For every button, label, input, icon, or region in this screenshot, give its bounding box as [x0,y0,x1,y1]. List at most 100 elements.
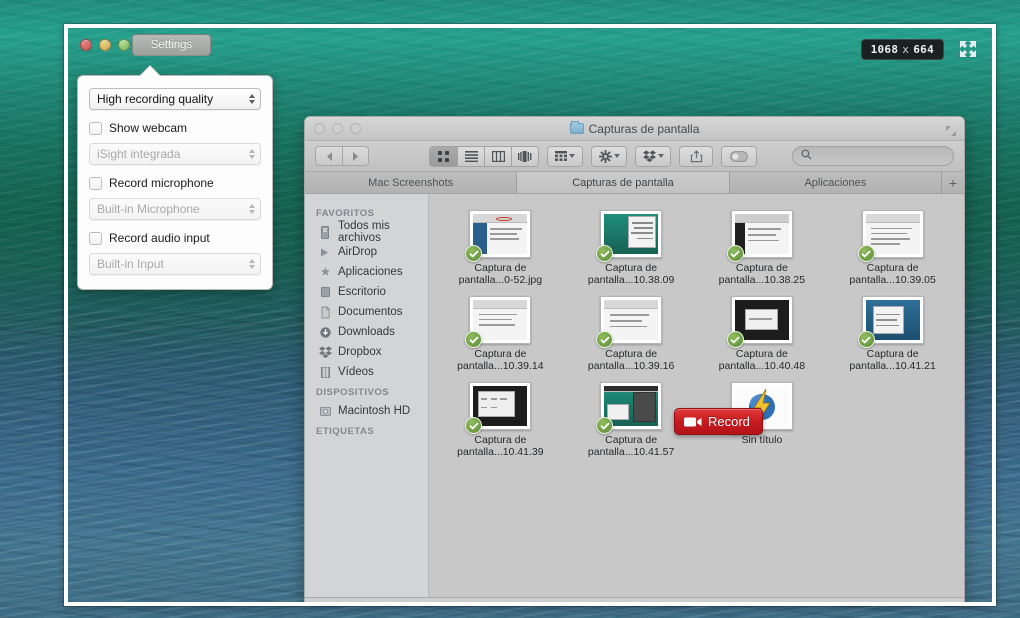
forward-chevron-icon[interactable] [342,147,368,165]
coverflow-view-icon[interactable] [511,146,538,166]
audio-input-device-value: Built-in Input [97,257,164,271]
icon-view-icon[interactable] [430,146,457,166]
tab-capturas-de-pantalla[interactable]: Capturas de pantalla [517,172,730,193]
dropbox-icon[interactable] [636,146,670,166]
zoom-button[interactable] [118,39,130,51]
stepper-icon [249,204,255,214]
dropbox-synced-badge [465,331,483,348]
finder-sidebar[interactable]: FAVORITOS Todos mis archivos AirDrop Apl… [305,194,429,597]
back-chevron-icon[interactable] [316,147,342,165]
list-item[interactable]: Captura de pantalla...10.39.16 [566,290,697,372]
file-name: Sin título [741,434,783,446]
file-name: Captura de pantalla...10.40.48 [718,348,806,372]
show-webcam-checkbox[interactable] [89,121,102,135]
add-tab-button[interactable]: + [941,172,964,193]
dropbox-synced-badge [857,331,875,348]
finder-toolbar[interactable] [305,141,964,172]
show-webcam-row[interactable]: Show webcam [89,121,261,135]
sidebar-item-todos-mis-archivos[interactable]: Todos mis archivos [305,220,428,244]
recorder-window-controls[interactable] [80,39,130,51]
sidebar-item-dropbox[interactable]: Dropbox [305,342,428,362]
recording-quality-select[interactable]: High recording quality [89,88,261,110]
finder-file-area[interactable]: Captura de pantalla...0-52.jpg Captura d… [429,194,964,597]
microphone-device-select[interactable]: Built-in Microphone [89,198,261,220]
tab-aplicaciones[interactable]: Aplicaciones [729,172,942,193]
record-microphone-checkbox[interactable] [89,176,102,190]
applications-icon [318,265,332,279]
settings-button[interactable]: Settings [132,34,211,56]
list-item[interactable]: Captura de pantalla...10.38.25 [697,204,828,286]
record-button[interactable]: Record [674,408,763,435]
documents-icon [318,305,332,319]
gear-icon[interactable] [592,146,626,166]
list-item[interactable]: Captura de pantalla...0-52.jpg [435,204,566,286]
airdrop-icon [318,245,332,259]
list-item[interactable]: Captura de pantalla...10.41.39 [435,376,566,458]
file-name: Captura de pantalla...10.38.09 [587,262,675,286]
sidebar-item-downloads[interactable]: Downloads [305,322,428,342]
finder-window-controls[interactable] [314,123,361,134]
screen-recording-capture-frame[interactable]: Settings 1068 x 664 Capturas de pantalla… [64,24,996,606]
arrange-group[interactable] [547,145,583,167]
navigation-buttons[interactable] [315,146,369,166]
record-microphone-row[interactable]: Record microphone [89,176,261,190]
arrange-icon[interactable] [548,146,582,166]
webcam-device-select[interactable]: iSight integrada [89,143,261,165]
list-item[interactable]: Captura de pantalla...10.40.48 [697,290,828,372]
file-name: Captura de pantalla...10.39.14 [457,348,544,372]
record-audio-input-row[interactable]: Record audio input [89,231,261,245]
videos-icon [318,365,332,379]
list-item[interactable]: Captura de pantalla...10.39.14 [435,290,566,372]
desktop-icon [318,285,332,299]
settings-popover[interactable]: High recording quality Show webcam iSigh… [77,66,273,290]
view-mode-group[interactable] [429,145,539,167]
list-item[interactable]: Captura de pantalla...10.41.21 [827,290,958,372]
webcam-device-value: iSight integrada [97,147,181,161]
finder-status-bar: 11 items, 5,82 GB disponibles [305,597,964,602]
list-item[interactable]: Captura de pantalla...10.38.09 [566,204,697,286]
sidebar-item-macintosh-hd[interactable]: Macintosh HD [305,401,428,421]
column-view-icon[interactable] [484,146,511,166]
tab-mac-screenshots[interactable]: Mac Screenshots [305,172,518,193]
dropbox-synced-badge [596,417,614,434]
finder-minimize-button[interactable] [332,123,343,134]
sidebar-item-label: Escritorio [338,286,386,298]
finder-window[interactable]: Capturas de pantalla Mac Screenshots Cap… [304,116,965,602]
dropbox-synced-badge [726,245,744,262]
search-input[interactable] [792,146,954,166]
record-button-label: Record [708,414,750,429]
list-item[interactable]: Captura de pantalla...10.39.05 [827,204,958,286]
hard-disk-icon [318,404,332,418]
sidebar-item-airdrop[interactable]: AirDrop [305,242,428,262]
sidebar-item-label: AirDrop [338,246,377,258]
all-files-icon [318,225,332,239]
finder-zoom-button[interactable] [350,123,361,134]
sidebar-item-escritorio[interactable]: Escritorio [305,282,428,302]
tag-group[interactable] [721,145,757,167]
share-group[interactable] [679,145,713,167]
sidebar-item-documentos[interactable]: Documentos [305,302,428,322]
sidebar-item-videos[interactable]: Vídeos [305,362,428,382]
dropbox-group[interactable] [635,145,671,167]
capture-width: 1068 [870,43,899,56]
sidebar-item-aplicaciones[interactable]: Aplicaciones [305,262,428,282]
sidebar-item-label: Downloads [338,326,395,338]
fullscreen-expand-icon[interactable] [958,39,978,59]
finder-close-button[interactable] [314,123,325,134]
close-button[interactable] [80,39,92,51]
share-icon[interactable] [680,146,712,166]
dropbox-icon [318,345,332,359]
stepper-icon [249,259,255,269]
expand-icon[interactable] [946,123,956,136]
tag-icon[interactable] [722,146,756,166]
minimize-button[interactable] [99,39,111,51]
list-view-icon[interactable] [457,146,484,166]
file-name: Captura de pantalla...10.41.21 [849,348,936,372]
chevron-down-icon [613,154,620,158]
record-audio-input-checkbox[interactable] [89,231,102,245]
capture-size-badge: 1068 x 664 [860,39,944,60]
audio-input-device-select[interactable]: Built-in Input [89,253,261,275]
dropbox-synced-badge [465,245,483,262]
finder-tab-bar[interactable]: Mac Screenshots Capturas de pantalla Apl… [305,172,964,194]
action-group[interactable] [591,145,627,167]
